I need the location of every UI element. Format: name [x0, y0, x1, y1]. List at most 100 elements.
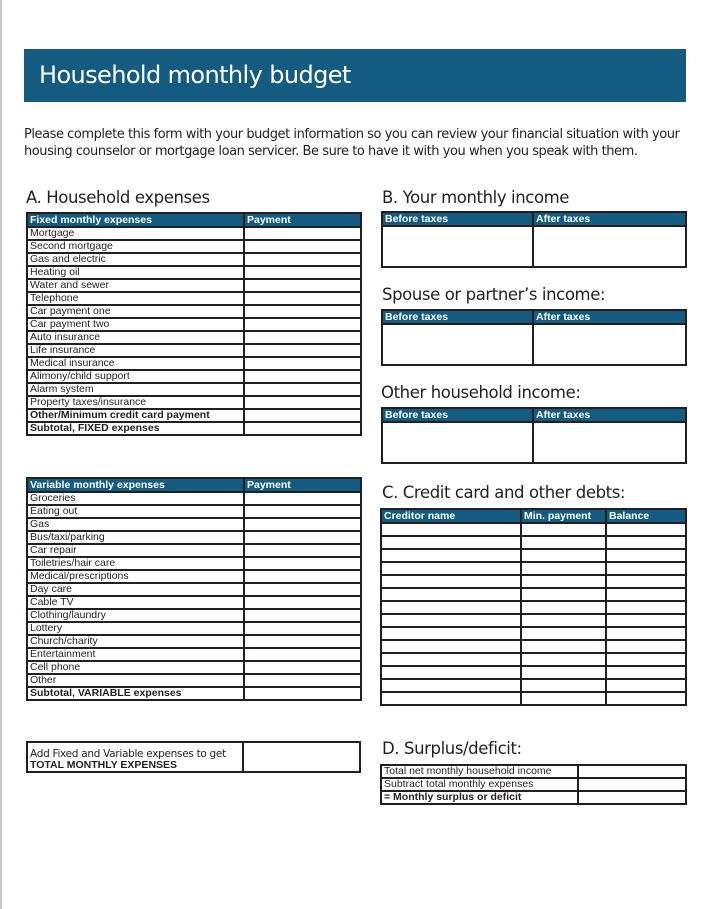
balance-input[interactable]	[605, 678, 687, 693]
fixed-expense-label: Other/Minimum credit card payment	[26, 408, 245, 423]
variable-expense-payment-input[interactable]	[243, 517, 362, 532]
min-payment-input[interactable]	[520, 678, 607, 693]
creditor-name-input[interactable]	[380, 548, 522, 563]
creditor-name-input[interactable]	[380, 561, 522, 576]
creditor-name-input[interactable]	[380, 574, 522, 589]
variable-expense-payment-input[interactable]	[243, 504, 362, 519]
fixed-expense-payment-input[interactable]	[243, 291, 362, 306]
intro-paragraph: Please complete this form with your budg…	[24, 127, 680, 159]
balance-input[interactable]	[605, 522, 687, 537]
net-income-input[interactable]	[577, 764, 687, 779]
fixed-expense-payment-input[interactable]	[243, 330, 362, 345]
min-payment-input[interactable]	[520, 574, 607, 589]
fixed-expense-payment-input[interactable]	[243, 421, 362, 436]
variable-expense-payment-input[interactable]	[243, 569, 362, 584]
variable-expense-payment-input[interactable]	[243, 634, 362, 649]
variable-expense-label: Day care	[26, 582, 245, 597]
creditor-name-input[interactable]	[380, 587, 522, 602]
fixed-expense-payment-input[interactable]	[243, 252, 362, 267]
other-header-after: After taxes	[532, 407, 687, 423]
page-edge	[0, 0, 2, 909]
other-before-input[interactable]	[381, 421, 534, 464]
balance-input[interactable]	[605, 535, 687, 550]
fixed-expense-payment-input[interactable]	[243, 278, 362, 293]
fixed-expense-payment-input[interactable]	[243, 356, 362, 371]
fixed-expense-payment-input[interactable]	[243, 304, 362, 319]
min-payment-input[interactable]	[520, 665, 607, 680]
creditor-row	[380, 691, 687, 706]
variable-expense-payment-input[interactable]	[243, 647, 362, 662]
min-payment-input[interactable]	[520, 639, 607, 654]
fixed-expense-label: Alarm system	[26, 382, 245, 397]
variable-expense-payment-input[interactable]	[243, 543, 362, 558]
creditor-name-input[interactable]	[380, 535, 522, 550]
fixed-expense-row: Telephone	[26, 291, 362, 306]
fixed-expense-payment-input[interactable]	[243, 382, 362, 397]
fixed-expense-payment-input[interactable]	[243, 265, 362, 280]
fixed-expense-payment-input[interactable]	[243, 369, 362, 384]
balance-input[interactable]	[605, 561, 687, 576]
variable-expense-row: Toiletries/hair care	[26, 556, 362, 571]
fixed-expense-payment-input[interactable]	[243, 343, 362, 358]
creditor-row	[380, 587, 687, 602]
variable-expense-payment-input[interactable]	[243, 608, 362, 623]
min-payment-input[interactable]	[520, 652, 607, 667]
creditor-name-input[interactable]	[380, 613, 522, 628]
min-payment-input[interactable]	[520, 626, 607, 641]
fixed-expense-payment-input[interactable]	[243, 226, 362, 241]
min-payment-input[interactable]	[520, 613, 607, 628]
surplus-deficit-input[interactable]	[577, 790, 687, 805]
other-after-input[interactable]	[532, 421, 687, 464]
balance-input[interactable]	[605, 600, 687, 615]
variable-expense-payment-input[interactable]	[243, 556, 362, 571]
creditor-name-input[interactable]	[380, 665, 522, 680]
balance-input[interactable]	[605, 626, 687, 641]
spouse-before-input[interactable]	[381, 323, 534, 366]
balance-input[interactable]	[605, 613, 687, 628]
variable-expense-payment-input[interactable]	[243, 582, 362, 597]
variable-expense-payment-input[interactable]	[243, 660, 362, 675]
creditor-name-input[interactable]	[380, 626, 522, 641]
balance-input[interactable]	[605, 639, 687, 654]
min-payment-input[interactable]	[520, 691, 607, 706]
total-expenses-input[interactable]	[242, 741, 361, 773]
balance-input[interactable]	[605, 652, 687, 667]
fixed-expense-payment-input[interactable]	[243, 317, 362, 332]
variable-expense-payment-input[interactable]	[243, 673, 362, 688]
creditor-name-input[interactable]	[380, 600, 522, 615]
variable-expense-payment-input[interactable]	[243, 686, 362, 701]
fixed-expense-payment-input[interactable]	[243, 239, 362, 254]
section-d-title: D. Surplus/deficit:	[382, 739, 522, 758]
fixed-expense-row: Medical insurance	[26, 356, 362, 371]
balance-input[interactable]	[605, 548, 687, 563]
variable-expense-payment-input[interactable]	[243, 595, 362, 610]
min-payment-input[interactable]	[520, 535, 607, 550]
income-after-input[interactable]	[532, 225, 687, 268]
creditor-name-input[interactable]	[380, 691, 522, 706]
min-payment-input[interactable]	[520, 587, 607, 602]
min-payment-input[interactable]	[520, 522, 607, 537]
creditor-name-input[interactable]	[380, 678, 522, 693]
balance-input[interactable]	[605, 665, 687, 680]
fixed-expense-payment-input[interactable]	[243, 395, 362, 410]
min-payment-input[interactable]	[520, 561, 607, 576]
variable-expense-payment-input[interactable]	[243, 621, 362, 636]
fixed-expense-payment-input[interactable]	[243, 408, 362, 423]
page-title: Household monthly budget	[39, 61, 351, 89]
variable-expense-payment-input[interactable]	[243, 491, 362, 506]
creditor-header-min-payment: Min. payment	[520, 508, 607, 524]
balance-input[interactable]	[605, 574, 687, 589]
spouse-after-input[interactable]	[532, 323, 687, 366]
variable-expense-row: Cable TV	[26, 595, 362, 610]
creditor-name-input[interactable]	[380, 652, 522, 667]
creditor-row	[380, 574, 687, 589]
creditor-name-input[interactable]	[380, 522, 522, 537]
min-payment-input[interactable]	[520, 600, 607, 615]
income-before-input[interactable]	[381, 225, 534, 268]
balance-input[interactable]	[605, 587, 687, 602]
creditor-name-input[interactable]	[380, 639, 522, 654]
total-expenses-subtract-input[interactable]	[577, 777, 687, 792]
min-payment-input[interactable]	[520, 548, 607, 563]
balance-input[interactable]	[605, 691, 687, 706]
variable-expense-payment-input[interactable]	[243, 530, 362, 545]
